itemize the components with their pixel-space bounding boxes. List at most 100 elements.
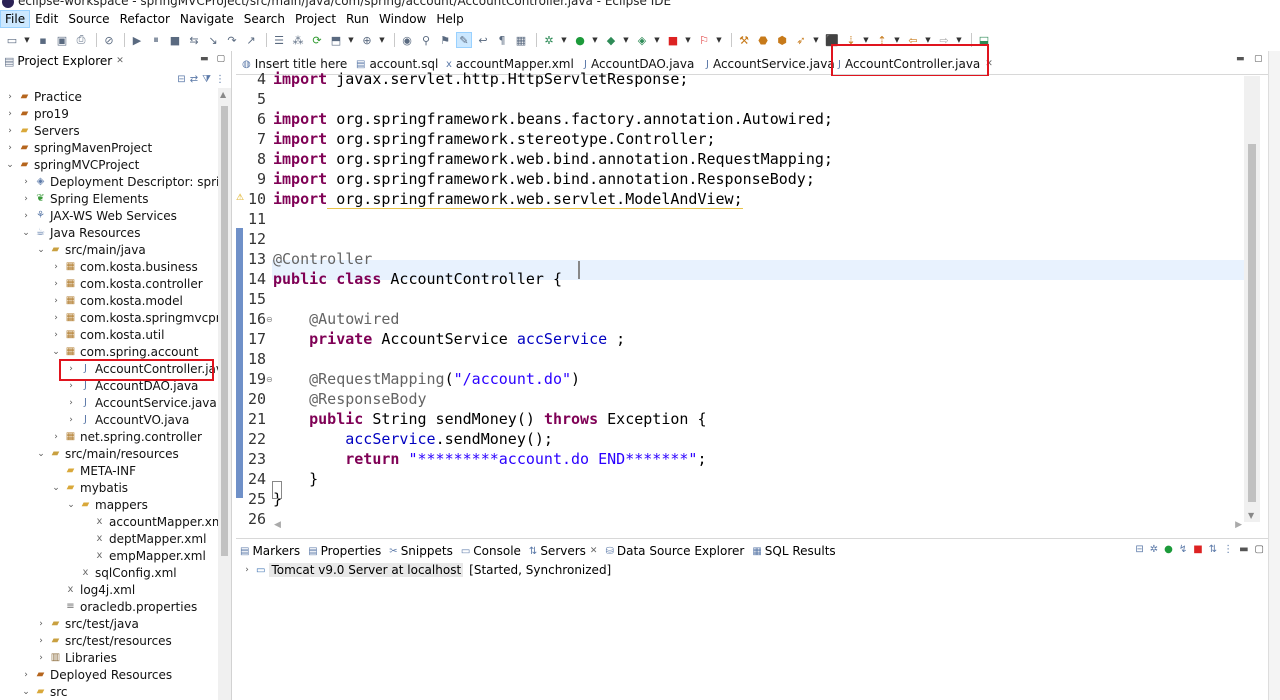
tree-item[interactable]: x sqlConfig.xml — [66, 564, 177, 581]
suspend-icon[interactable]: ⏸ — [148, 32, 164, 48]
resume-icon[interactable]: ▶ — [129, 32, 145, 48]
step-return-icon[interactable]: ↗ — [243, 32, 259, 48]
chevron-down-icon[interactable]: ▼ — [684, 32, 692, 48]
tree-item[interactable]: ⌄ ▰ src/main/java — [36, 241, 146, 258]
chevron-right-icon[interactable]: › — [51, 313, 61, 323]
server-row[interactable]: › ▭ Tomcat v9.0 Server at localhost [Sta… — [242, 563, 611, 577]
new-package-icon[interactable]: ⬣ — [755, 32, 771, 48]
tree-item[interactable]: › J AccountService.java — [66, 394, 217, 411]
tree-item[interactable]: › ▰ Practice — [5, 88, 82, 105]
tree-item[interactable]: ⌄ ▰ src/main/resources — [36, 445, 179, 462]
chevron-down-icon[interactable]: ▼ — [812, 32, 820, 48]
fold-icon[interactable]: ⊖ — [266, 375, 273, 384]
chevron-right-icon[interactable]: › — [5, 92, 15, 102]
bottom-tab[interactable]: ▤ Properties — [308, 544, 381, 558]
tree-item[interactable]: › ▦ com.kosta.business — [51, 258, 198, 275]
tree-item[interactable]: › ▰ src/test/java — [36, 615, 139, 632]
chevron-right-icon[interactable]: › — [51, 432, 61, 442]
open-task-icon[interactable]: ⬢ — [774, 32, 790, 48]
chevron-right-icon[interactable]: › — [5, 126, 15, 136]
chevron-right-icon[interactable]: › — [51, 262, 61, 272]
tree-item[interactable]: x accountMapper.xml — [80, 513, 218, 530]
terminate-icon[interactable]: ■ — [167, 32, 183, 48]
bottom-tab[interactable]: ▭ Console — [461, 544, 521, 558]
tree-item[interactable]: › ▥ Libraries — [36, 649, 117, 666]
maximize-icon[interactable]: ▢ — [1254, 54, 1263, 64]
chevron-right-icon[interactable]: › — [36, 619, 46, 629]
chevron-right-icon[interactable]: › — [21, 194, 31, 204]
editor-vertical-scrollbar[interactable]: ▼ — [1244, 76, 1260, 522]
code-editor[interactable]: 4 import javax.servlet.http.HttpServletRe… — [236, 70, 1280, 532]
tree-item[interactable]: ⌄ ▦ com.spring.account — [51, 343, 198, 360]
stop-server-icon[interactable]: ■ — [1193, 544, 1202, 555]
save-all-icon[interactable]: ▣ — [54, 32, 70, 48]
highlight-icon[interactable]: ✎ — [456, 32, 472, 48]
tree-item[interactable]: › J AccountVO.java — [66, 411, 189, 428]
chevron-right-icon[interactable]: › — [21, 177, 31, 187]
menu-source[interactable]: Source — [63, 10, 114, 28]
tree-item[interactable]: x empMapper.xml — [80, 547, 206, 564]
menu-search[interactable]: Search — [239, 10, 290, 28]
tree-item[interactable]: › ▰ src/test/resources — [36, 632, 172, 649]
run-icon[interactable]: ● — [572, 32, 588, 48]
close-icon[interactable]: ✕ — [116, 56, 124, 66]
minimize-icon[interactable]: ▬ — [200, 54, 209, 64]
collapse-all-icon[interactable]: ⊟ — [1135, 544, 1143, 555]
chevron-down-icon[interactable]: ⌄ — [21, 228, 31, 238]
new-server-icon[interactable]: ⬒ — [328, 32, 344, 48]
tree-item[interactable]: › ❦ Spring Elements — [21, 190, 148, 207]
pin-icon[interactable]: ⚑ — [437, 32, 453, 48]
menu-navigate[interactable]: Navigate — [175, 10, 239, 28]
tree-item[interactable]: › ▰ Servers — [5, 122, 79, 139]
scroll-left-icon[interactable]: ◀ — [274, 520, 281, 530]
chevron-down-icon[interactable]: ⌄ — [51, 347, 61, 357]
debug-icon[interactable]: ✲ — [541, 32, 557, 48]
chevron-down-icon[interactable]: ⌄ — [66, 500, 76, 510]
chevron-down-icon[interactable]: ▼ — [378, 32, 386, 48]
chevron-down-icon[interactable]: ▼ — [653, 32, 661, 48]
menu-file[interactable]: File — [0, 10, 31, 28]
show-whitespace-icon[interactable]: ¶ — [494, 32, 510, 48]
tree-item[interactable]: ≡ oracledb.properties — [51, 598, 197, 615]
menu-window[interactable]: Window — [374, 10, 431, 28]
menu-run[interactable]: Run — [341, 10, 374, 28]
chevron-right-icon[interactable]: › — [66, 381, 76, 391]
next-annotation-icon[interactable]: ➶ — [793, 32, 809, 48]
chevron-right-icon[interactable]: › — [66, 398, 76, 408]
chevron-down-icon[interactable]: ⌄ — [51, 483, 61, 493]
menu-refactor[interactable]: Refactor — [115, 10, 175, 28]
filter-icon[interactable]: ⧩ — [202, 74, 211, 85]
debug-server-icon[interactable]: ✲ — [1150, 544, 1158, 555]
tree-item[interactable]: ⌄ ▰ springMVCProject — [5, 156, 139, 173]
maximize-icon[interactable]: ▢ — [1255, 544, 1264, 555]
tree-item[interactable]: › ⚘ JAX-WS Web Services — [21, 207, 177, 224]
chevron-down-icon[interactable]: ▼ — [591, 32, 599, 48]
ant-icon[interactable]: ⚐ — [696, 32, 712, 48]
new-java-project-icon[interactable]: ⚒ — [736, 32, 752, 48]
collapse-all-icon[interactable]: ⊟ — [177, 74, 185, 85]
project-explorer-tab[interactable]: ▤ Project Explorer ✕ — [0, 51, 128, 71]
publish-icon[interactable]: ⇅ — [1209, 544, 1217, 555]
refresh-icon[interactable]: ⟳ — [309, 32, 325, 48]
tree-item[interactable]: › ▰ pro19 — [5, 105, 69, 122]
chevron-down-icon[interactable]: ⌄ — [21, 687, 31, 697]
view-menu-icon[interactable]: ⋮ — [1223, 544, 1233, 555]
chevron-down-icon[interactable]: ⌄ — [36, 449, 46, 459]
chevron-right-icon[interactable]: › — [36, 653, 46, 663]
scrollbar-thumb[interactable] — [1248, 144, 1256, 502]
chevron-right-icon[interactable]: › — [21, 211, 31, 221]
toggle-block-icon[interactable]: ⁂ — [290, 32, 306, 48]
profile-server-icon[interactable]: ↯ — [1179, 544, 1187, 555]
tree-item[interactable]: › ◈ Deployment Descriptor: springMV — [21, 173, 218, 190]
menu-project[interactable]: Project — [290, 10, 341, 28]
tree-item[interactable]: › ▦ com.kosta.controller — [51, 275, 203, 292]
tree-item[interactable]: ⌄ ▰ mybatis — [51, 479, 128, 496]
scroll-up-icon[interactable]: ▲ — [220, 90, 226, 99]
tree-item[interactable]: x deptMapper.xml — [80, 530, 207, 547]
bottom-tab[interactable]: ⛁ Data Source Explorer — [605, 544, 744, 558]
chevron-down-icon[interactable]: ⌄ — [5, 160, 15, 170]
chevron-right-icon[interactable]: › — [36, 636, 46, 646]
chevron-down-icon[interactable]: ⌄ — [36, 245, 46, 255]
chevron-down-icon[interactable]: ▼ — [347, 32, 355, 48]
tree-item[interactable]: ⌄ ▰ mappers — [66, 496, 148, 513]
